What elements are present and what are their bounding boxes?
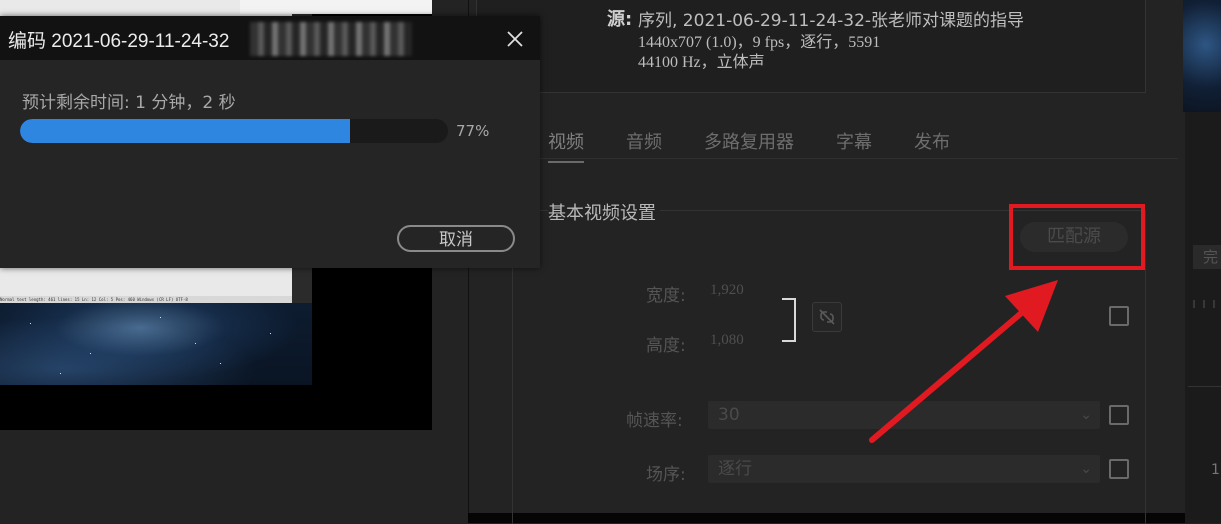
background-window-strip (240, 0, 432, 14)
field-order-value: 逐行 (718, 459, 752, 479)
height-label: 高度: (646, 336, 686, 356)
frame-rate-checkbox[interactable] (1109, 405, 1129, 425)
section-title: 基本视频设置 (548, 199, 660, 225)
field-order-dropdown[interactable]: 逐行 ⌄ (708, 455, 1100, 483)
width-label: 宽度: (646, 286, 686, 306)
tab-captions[interactable]: 字幕 (836, 124, 872, 160)
settings-tabs: 视频 音频 多路复用器 字幕 发布 (548, 124, 992, 163)
width-value[interactable]: 1,920 (710, 282, 744, 299)
tab-divider (510, 158, 1178, 159)
dialog-title: 编码 2021-06-29-11-24-32 (8, 31, 230, 52)
side-value: 1 (1211, 462, 1220, 478)
field-order-checkbox[interactable] (1109, 459, 1129, 479)
progress-percent: 77% (456, 122, 490, 140)
redacted-title-area (250, 22, 412, 56)
frame-rate-value: 30 (718, 405, 740, 425)
dimension-link-bracket (782, 298, 796, 342)
broken-link-icon (819, 309, 835, 325)
chevron-down-icon: ⌄ (1080, 461, 1092, 477)
cancel-button[interactable]: 取消 (397, 225, 515, 252)
preview-status-bar: Normal text length: 461 lines: 15 Ln: 12… (0, 296, 292, 303)
space-background-image (0, 303, 312, 385)
tab-publish[interactable]: 发布 (914, 124, 950, 160)
remaining-time-label: 预计剩余时间: 1 分钟，2 秒 (22, 93, 236, 113)
close-button[interactable] (500, 24, 530, 54)
tab-video[interactable]: 视频 (548, 124, 584, 163)
field-order-label: 场序: (646, 465, 686, 485)
dimensions-checkbox[interactable] (1109, 306, 1129, 326)
tab-multiplexer[interactable]: 多路复用器 (704, 124, 794, 160)
highlight-annotation (1009, 204, 1145, 270)
chevron-down-icon: ⌄ (1080, 407, 1092, 423)
arrow-annotation (869, 280, 1058, 443)
frame-rate-label: 帧速率: (626, 411, 683, 431)
side-thumbnail (1183, 0, 1221, 112)
side-ruler-ticks (1193, 300, 1215, 308)
side-button[interactable]: 完 (1193, 245, 1221, 269)
height-value[interactable]: 1,080 (710, 332, 744, 349)
close-icon (507, 31, 523, 47)
constrain-proportions-button[interactable] (812, 302, 842, 332)
progress-bar (20, 119, 448, 143)
tab-audio[interactable]: 音频 (626, 124, 662, 160)
progress-fill (20, 119, 350, 143)
encoding-dialog: 编码 2021-06-29-11-24-32 预计剩余时间: 1 分钟，2 秒 … (0, 16, 540, 268)
source-label: 源: (607, 9, 633, 30)
side-divider (1188, 386, 1221, 387)
source-line-3: 44100 Hz，立体声 (638, 54, 765, 71)
